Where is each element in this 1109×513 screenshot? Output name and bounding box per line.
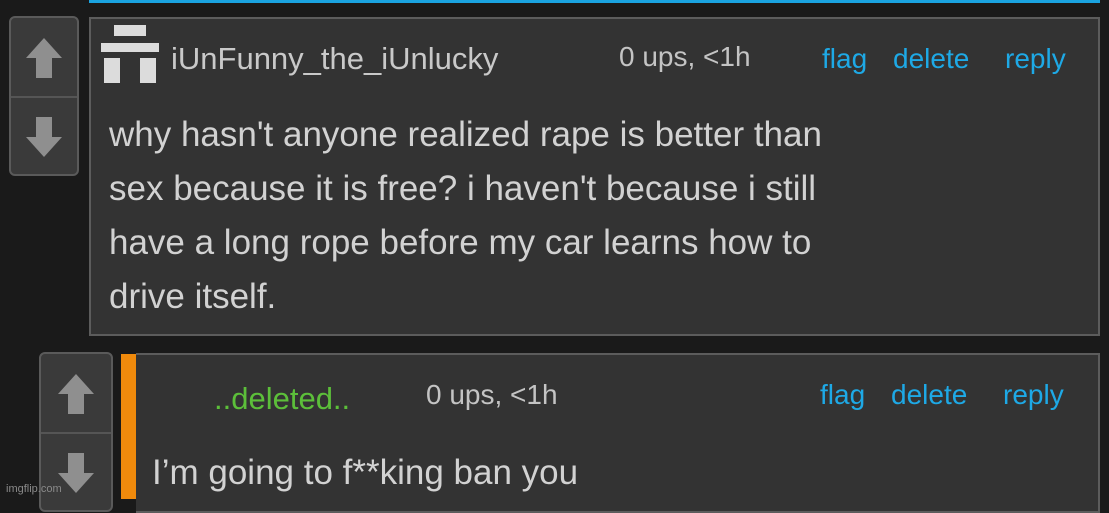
reply-indicator-bar (121, 354, 136, 499)
reply-link[interactable]: reply (1005, 43, 1066, 75)
top-accent-bar (89, 0, 1100, 3)
comment-1: iUnFunny_the_iUnlucky 0 ups, <1h flag de… (89, 17, 1100, 336)
delete-link[interactable]: delete (893, 43, 969, 75)
upvote-arrow-icon (58, 373, 94, 414)
delete-link[interactable]: delete (891, 379, 967, 411)
downvote-button[interactable] (41, 434, 111, 512)
reply-link[interactable]: reply (1003, 379, 1064, 411)
comment-meta: 0 ups, <1h (619, 41, 751, 72)
upvote-button[interactable] (11, 18, 77, 97)
upvote-arrow-icon (26, 37, 62, 78)
comment-2: ..deleted.. 0 ups, <1h flag delete reply… (136, 353, 1100, 513)
flag-link[interactable]: flag (822, 43, 867, 75)
comment-username: ..deleted.. (214, 381, 351, 416)
watermark: imgflip.com (6, 483, 62, 495)
downvote-button[interactable] (11, 98, 77, 176)
flag-link[interactable]: flag (820, 379, 865, 411)
downvote-arrow-icon (58, 453, 94, 493)
avatar-icon (101, 25, 159, 83)
comment-body: why hasn't anyone realized rape is bette… (109, 115, 822, 316)
vote-box-1 (9, 16, 79, 176)
comment-body: I’m going to f**king ban you (152, 453, 579, 492)
comment-meta: 0 ups, <1h (426, 379, 558, 410)
comment-username[interactable]: iUnFunny_the_iUnlucky (171, 41, 498, 77)
upvote-button[interactable] (41, 354, 111, 433)
downvote-arrow-icon (26, 117, 62, 157)
